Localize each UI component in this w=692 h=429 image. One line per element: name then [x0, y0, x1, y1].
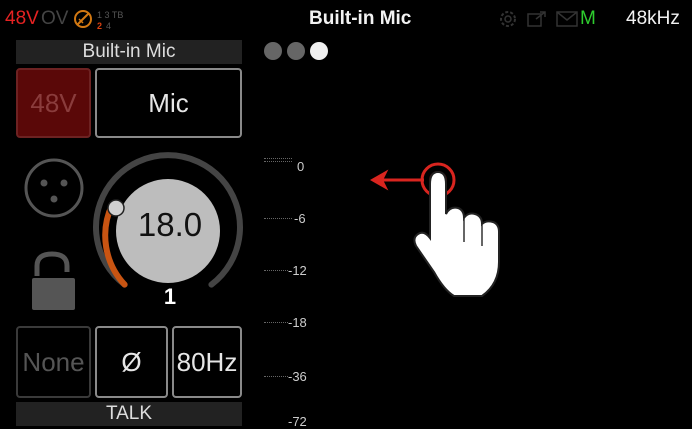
meter-scale-label: 0: [297, 159, 305, 174]
m-indicator: M: [580, 8, 596, 29]
phantom-power-indicator: 48V: [5, 8, 39, 29]
phase-invert-button[interactable]: Ø: [95, 326, 168, 398]
meter-scale-label: -6: [294, 211, 306, 226]
talk-button[interactable]: TALK: [16, 402, 242, 426]
scale-dot-line: [264, 270, 288, 271]
channel-name-bar[interactable]: Built-in Mic: [16, 40, 242, 64]
xlr-connector-icon: [24, 158, 84, 218]
gain-value: 18.0: [137, 206, 203, 243]
muted-link-icon: [74, 10, 92, 28]
overload-indicator: OV: [41, 8, 69, 29]
lock-icon[interactable]: [30, 250, 80, 312]
meter-scale-label: -18: [288, 315, 307, 330]
mail-icon[interactable]: [556, 11, 578, 27]
page-title: Built-in Mic: [309, 8, 412, 29]
page-dot[interactable]: [264, 42, 282, 60]
input-type-button[interactable]: Mic: [95, 68, 242, 138]
channel-map-active: 2: [97, 21, 103, 31]
scale-dot-line: [264, 376, 288, 377]
settings-gear-icon[interactable]: [498, 9, 518, 29]
scale-dot-line: [264, 158, 292, 159]
channel-number: 1: [163, 284, 177, 309]
page-dot-active[interactable]: [310, 42, 328, 60]
sample-rate: 48kHz: [626, 8, 680, 29]
channel-map-bottom: 4: [106, 21, 112, 31]
meter-scale-label: -12: [288, 263, 307, 278]
channel-map-top: 1 3 TB: [97, 10, 124, 20]
export-icon[interactable]: [527, 10, 547, 28]
scale-dot-line: [264, 161, 292, 162]
meter-scale-label: -72: [288, 414, 307, 429]
meter-scale-label: -36: [288, 369, 307, 384]
status-bar: 48V OV 1 3 TB 2 4 Built-in Mic M 48kHz: [0, 0, 692, 37]
phantom-power-button[interactable]: 48V: [16, 68, 91, 138]
high-pass-filter-button[interactable]: 80Hz: [172, 326, 242, 398]
page-dot[interactable]: [287, 42, 305, 60]
routing-none-button[interactable]: None: [16, 326, 91, 398]
scale-dot-line: [264, 218, 292, 219]
swipe-left-hand-icon: [369, 162, 500, 297]
scale-dot-line: [264, 322, 288, 323]
